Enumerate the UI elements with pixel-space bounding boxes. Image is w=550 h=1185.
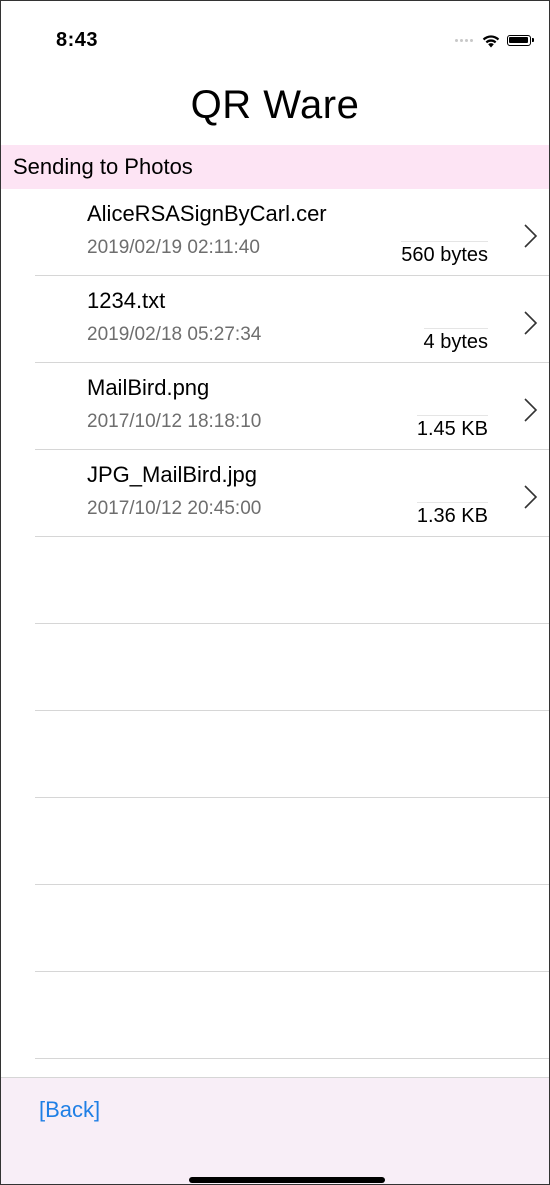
empty-list-row xyxy=(1,624,549,711)
page-title: QR Ware xyxy=(190,83,360,127)
file-row[interactable]: 1234.txt 2019/02/18 05:27:34 4 bytes xyxy=(1,276,549,363)
wifi-icon xyxy=(482,34,500,47)
status-time: 8:43 xyxy=(56,29,99,51)
back-button[interactable]: [Back] xyxy=(39,1097,100,1123)
file-date: 2019/02/18 05:27:34 xyxy=(87,324,262,345)
empty-list-row xyxy=(1,798,549,885)
file-date: 2017/10/12 20:45:00 xyxy=(87,498,262,519)
file-size: 4 bytes xyxy=(423,328,488,354)
file-date: 2017/10/12 18:18:10 xyxy=(87,411,262,432)
file-size: 1.45 KB xyxy=(416,415,488,441)
file-row[interactable]: JPG_MailBird.jpg 2017/10/12 20:45:00 1.3… xyxy=(1,450,549,537)
section-header: Sending to Photos xyxy=(1,145,549,189)
file-name: MailBird.png xyxy=(87,375,210,400)
bottom-toolbar: [Back] xyxy=(1,1077,549,1184)
file-name: 1234.txt xyxy=(87,288,166,313)
file-row[interactable]: AliceRSASignByCarl.cer 2019/02/19 02:11:… xyxy=(1,189,549,276)
chevron-right-icon xyxy=(524,485,538,509)
file-size: 1.36 KB xyxy=(416,502,488,528)
status-icons xyxy=(455,30,534,50)
file-size: 560 bytes xyxy=(401,241,488,267)
cell-signal-icon xyxy=(455,38,473,42)
empty-list-row xyxy=(1,972,549,1059)
file-name: AliceRSASignByCarl.cer xyxy=(87,201,327,226)
chevron-right-icon xyxy=(524,224,538,248)
file-name: JPG_MailBird.jpg xyxy=(87,462,257,487)
file-row[interactable]: MailBird.png 2017/10/12 18:18:10 1.45 KB xyxy=(1,363,549,450)
home-indicator[interactable] xyxy=(189,1177,385,1183)
chevron-right-icon xyxy=(524,398,538,422)
file-list: AliceRSASignByCarl.cer 2019/02/19 02:11:… xyxy=(1,189,549,1059)
empty-list-row xyxy=(1,711,549,798)
empty-list-row xyxy=(1,537,549,624)
chevron-right-icon xyxy=(524,311,538,335)
status-bar: 8:43 xyxy=(1,1,549,81)
app-screen: 8:43 QR Ware Sending to Photos AliceRSAS… xyxy=(0,0,550,1185)
file-date: 2019/02/19 02:11:40 xyxy=(87,237,260,258)
battery-icon xyxy=(507,34,534,46)
empty-list-row xyxy=(1,885,549,972)
